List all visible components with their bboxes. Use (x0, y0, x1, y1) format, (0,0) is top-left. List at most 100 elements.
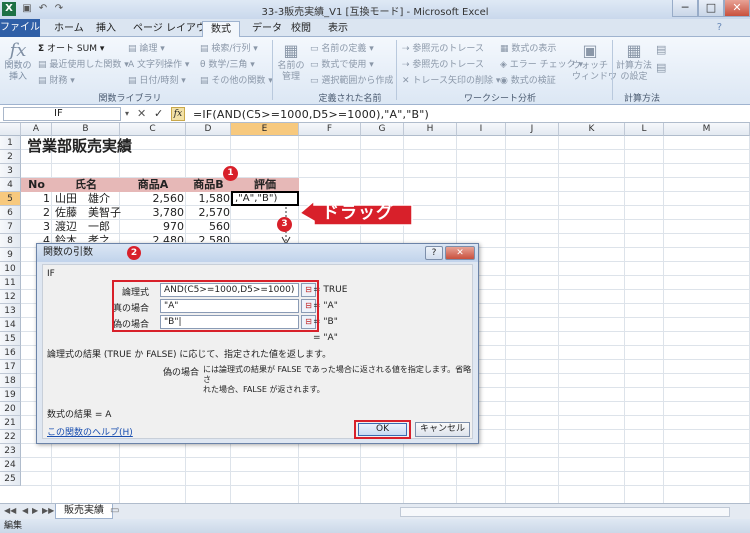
select-all-corner[interactable] (0, 123, 21, 136)
column-header[interactable]: M (664, 123, 750, 136)
row-header[interactable]: 22 (0, 430, 21, 444)
define-name-button[interactable]: ▭ 名前の定義 ▾ (310, 41, 374, 54)
use-in-formula-button[interactable]: ▭ 数式で使用 ▾ (310, 57, 374, 70)
datetime-button[interactable]: ▤ 日付/時刻 ▾ (128, 73, 186, 86)
trace-dependents-button[interactable]: ⇢ 参照先のトレース (402, 57, 484, 70)
cell-product-a[interactable]: 3,780 (120, 206, 185, 220)
ok-button[interactable]: OK (358, 423, 407, 436)
text-button[interactable]: A 文字列操作 ▾ (128, 57, 189, 70)
calc-now-icon[interactable]: ▤ (656, 43, 666, 56)
calc-options-button[interactable]: ▦ 計算方法 の設定 (616, 41, 652, 83)
dialog-close-button[interactable]: ✕ (445, 246, 475, 260)
row-header[interactable]: 19 (0, 388, 21, 402)
header-name[interactable]: 氏名 (52, 178, 120, 192)
row-header[interactable]: 17 (0, 360, 21, 374)
help-link[interactable]: この関数のヘルプ(H) (47, 425, 133, 438)
cell-product-b[interactable]: 560 (186, 220, 230, 234)
row-header[interactable]: 9 (0, 248, 21, 262)
row-header[interactable]: 6 (0, 206, 21, 220)
column-header[interactable]: I (457, 123, 506, 136)
row-header[interactable]: 18 (0, 374, 21, 388)
row-header[interactable]: 4 (0, 178, 21, 192)
column-header[interactable]: F (299, 123, 361, 136)
column-header[interactable]: H (404, 123, 457, 136)
cell-product-a[interactable]: 970 (120, 220, 184, 234)
name-manager-button[interactable]: ▦ 名前の 管理 (276, 41, 306, 83)
cell-product-a[interactable]: 2,480 (120, 234, 185, 242)
row-header[interactable]: 14 (0, 318, 21, 332)
math-button[interactable]: θ 数学/三角 ▾ (200, 57, 255, 70)
sheet-title[interactable]: 営業部販売実績 (27, 137, 132, 155)
evaluate-formula-button[interactable]: ◉ 数式の検証 (500, 73, 556, 86)
financial-button[interactable]: ▤ 財務 ▾ (38, 73, 75, 86)
tab-insert[interactable]: 挿入 (88, 21, 124, 37)
cell-no[interactable]: 3 (21, 220, 50, 234)
sheet-nav-prev-icon[interactable]: ◀ (22, 506, 28, 515)
show-formulas-button[interactable]: ▦ 数式の表示 (500, 41, 556, 54)
cell-no[interactable]: 2 (21, 206, 50, 220)
cell-name[interactable]: 山田 雄介 (55, 192, 121, 206)
column-header[interactable]: L (625, 123, 664, 136)
row-header[interactable]: 24 (0, 458, 21, 472)
cell-product-b[interactable]: 1,580 (186, 192, 231, 206)
column-header[interactable]: J (506, 123, 559, 136)
minimize-button[interactable]: ─ (672, 0, 698, 17)
row-header[interactable]: 20 (0, 402, 21, 416)
tab-file[interactable]: ファイル (0, 19, 40, 37)
header-rating[interactable]: 評価 (231, 178, 299, 192)
cell-name[interactable]: 佐藤 美智子 (55, 206, 121, 220)
row-header[interactable]: 12 (0, 290, 21, 304)
close-button[interactable]: ✕ (724, 0, 750, 17)
row-header[interactable]: 11 (0, 276, 21, 290)
row-header[interactable]: 25 (0, 472, 21, 486)
tab-view[interactable]: 表示 (320, 21, 356, 37)
cell-name[interactable]: 鈴木 孝之 (55, 234, 121, 242)
cancel-button[interactable]: キャンセル (415, 422, 470, 437)
header-no[interactable]: No (21, 178, 52, 192)
row-header[interactable]: 3 (0, 164, 21, 178)
column-header[interactable]: D (186, 123, 231, 136)
ribbon-help-icon[interactable]: ? (717, 22, 722, 33)
row-header[interactable]: 13 (0, 304, 21, 318)
calc-sheet-icon[interactable]: ▤ (656, 61, 666, 74)
sheet-nav-last-icon[interactable]: ▶▶ (42, 506, 54, 515)
dialog-help-button[interactable]: ? (425, 246, 443, 260)
formula-enter-icon[interactable]: ✓ (154, 107, 163, 121)
row-header[interactable]: 10 (0, 262, 21, 276)
sheet-nav-next-icon[interactable]: ▶ (32, 506, 38, 515)
header-product-b[interactable]: 商品B (186, 178, 231, 192)
lookup-button[interactable]: ▤ 検索/行列 ▾ (200, 41, 258, 54)
row-header[interactable]: 2 (0, 150, 21, 164)
trace-precedents-button[interactable]: ⇢ 参照元のトレース (402, 41, 484, 54)
column-header[interactable]: B (52, 123, 120, 136)
tab-review[interactable]: 校閲 (283, 21, 319, 37)
maximize-button[interactable]: □ (698, 0, 724, 17)
watch-window-button[interactable]: ▣ ウォッチ ウィンドウ (572, 41, 617, 83)
tab-home[interactable]: ホーム (46, 21, 92, 37)
sheet-tab-sales[interactable]: 販売実績 (55, 504, 113, 519)
recent-functions-button[interactable]: ▤ 最近使用した関数 ▾ (38, 57, 129, 70)
cell-product-b[interactable]: 2,570 (186, 206, 231, 220)
column-header[interactable]: G (361, 123, 404, 136)
tab-formulas[interactable]: 数式 (202, 21, 240, 38)
logical-button[interactable]: ▤ 論理 ▾ (128, 41, 165, 54)
horizontal-scrollbar[interactable] (400, 507, 730, 517)
column-header[interactable]: E (231, 123, 299, 136)
header-product-a[interactable]: 商品A (120, 178, 186, 192)
row-header[interactable]: 16 (0, 346, 21, 360)
active-cell-e5[interactable]: ,"A","B") (231, 191, 299, 206)
column-header[interactable]: C (120, 123, 186, 136)
cell-no[interactable]: 1 (21, 192, 50, 206)
insert-function-button[interactable]: fx 関数の 挿入 (4, 41, 32, 83)
name-box-dropdown-icon[interactable]: ▾ (125, 107, 129, 121)
insert-sheet-icon[interactable]: ▭ (110, 505, 119, 516)
column-header[interactable]: K (559, 123, 625, 136)
error-checking-button[interactable]: ◈ エラー チェック ▾ (500, 57, 583, 70)
sheet-nav-first-icon[interactable]: ◀◀ (4, 506, 16, 515)
formula-input[interactable]: =IF(AND(C5>=1000,D5>=1000),"A","B") (193, 108, 429, 121)
name-box[interactable]: IF (3, 107, 121, 121)
formula-cancel-icon[interactable]: ✕ (137, 107, 146, 121)
autosum-button[interactable]: Σ オート SUM ▾ (38, 41, 104, 54)
cell-no[interactable]: 4 (21, 234, 50, 242)
cell-name[interactable]: 渡辺 一郎 (55, 220, 121, 234)
